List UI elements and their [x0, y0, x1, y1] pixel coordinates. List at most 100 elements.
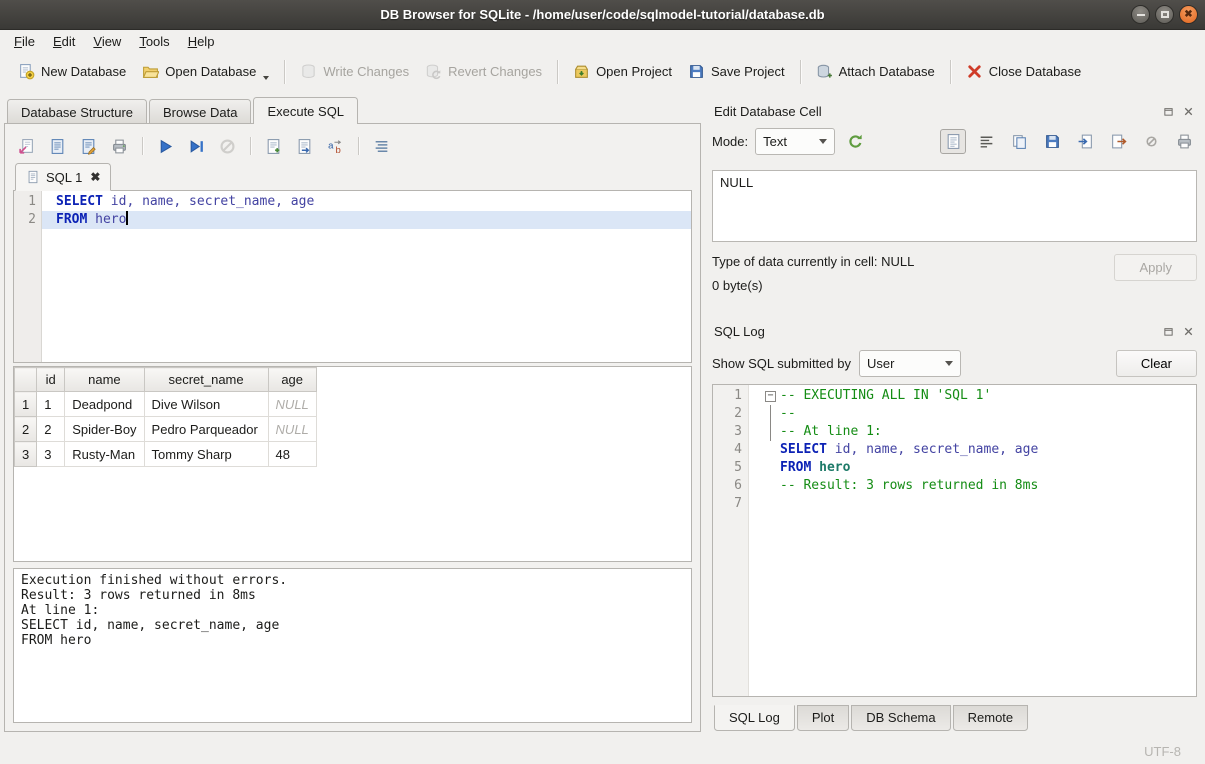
- table-cell[interactable]: Deadpond: [65, 392, 144, 417]
- column-header-secret-name[interactable]: secret_name: [144, 368, 268, 392]
- stop-button[interactable]: [214, 133, 241, 159]
- minimize-button-icon[interactable]: [1131, 5, 1150, 24]
- table-cell[interactable]: 3: [37, 442, 65, 467]
- cell-info-row: Type of data currently in cell: NULL 0 b…: [712, 254, 1197, 306]
- execute-all-button[interactable]: [152, 133, 179, 159]
- word-wrap-button[interactable]: [973, 129, 999, 154]
- revert-changes-button[interactable]: Revert Changes: [417, 57, 550, 86]
- toolbar-separator: [142, 137, 143, 155]
- new-tab-button[interactable]: [260, 133, 287, 159]
- copy-button[interactable]: [1006, 129, 1032, 154]
- save-small-icon: [1044, 133, 1061, 150]
- sql-log-header: SQL Log: [712, 320, 1197, 342]
- close-panel-icon[interactable]: [1182, 105, 1195, 118]
- table-cell[interactable]: NULL: [268, 417, 316, 442]
- sql-tab[interactable]: SQL 1 ✖: [15, 163, 111, 191]
- code-token: SELECT: [780, 442, 827, 457]
- code-line: SELECT id, name, secret_name, age: [42, 193, 691, 211]
- close-tab-icon[interactable]: ✖: [90, 170, 100, 184]
- row-header[interactable]: 3: [15, 442, 37, 467]
- print-cell-button[interactable]: [1171, 129, 1197, 154]
- import-cell-button[interactable]: [1072, 129, 1098, 154]
- toolbar-label: Open Project: [596, 64, 672, 79]
- attach-database-button[interactable]: Attach Database: [808, 57, 943, 86]
- table-cell[interactable]: Pedro Parqueador: [144, 417, 268, 442]
- table-cell[interactable]: Spider-Boy: [65, 417, 144, 442]
- log-filter-select[interactable]: User: [859, 350, 961, 377]
- save-sql-file-button[interactable]: [44, 133, 71, 159]
- table-cell[interactable]: NULL: [268, 392, 316, 417]
- toolbar-label: Revert Changes: [448, 64, 542, 79]
- close-database-icon: [966, 63, 983, 80]
- menu-file[interactable]: File: [5, 31, 44, 52]
- code-token: FROM: [56, 212, 87, 227]
- tab-execute-sql[interactable]: Execute SQL: [253, 97, 358, 124]
- close-database-button[interactable]: Close Database: [958, 57, 1090, 86]
- row-header[interactable]: 1: [15, 392, 37, 417]
- maximize-button-icon[interactable]: [1155, 5, 1174, 24]
- export-cell-button[interactable]: [1105, 129, 1131, 154]
- toolbar-label: Close Database: [989, 64, 1082, 79]
- new-database-icon: [18, 63, 35, 80]
- table-cell[interactable]: 1: [37, 392, 65, 417]
- float-panel-icon[interactable]: [1162, 105, 1175, 118]
- dock-tab-plot[interactable]: Plot: [797, 705, 849, 731]
- editor-code[interactable]: SELECT id, name, secret_name, ageFROM he…: [42, 191, 691, 362]
- dropdown-arrow-icon[interactable]: [263, 76, 269, 80]
- menu-edit[interactable]: Edit: [44, 31, 84, 52]
- save-sql-as-button[interactable]: [75, 133, 102, 159]
- auto-format-button[interactable]: [842, 129, 868, 154]
- sql-file-icon: [26, 170, 40, 184]
- close-window-icon[interactable]: ✖: [1179, 5, 1198, 24]
- clear-button[interactable]: Clear: [1116, 350, 1197, 377]
- open-sql-file-button[interactable]: [13, 133, 40, 159]
- dock-tab-db-schema[interactable]: DB Schema: [851, 705, 950, 731]
- dock-tab-sql-log[interactable]: SQL Log: [714, 705, 795, 731]
- table-cell[interactable]: 2: [37, 417, 65, 442]
- format-sql-button[interactable]: [368, 133, 395, 159]
- message-line: At line 1:: [21, 603, 684, 618]
- find-replace-button[interactable]: ab: [322, 133, 349, 159]
- text-document-button[interactable]: [940, 129, 966, 154]
- execute-line-button[interactable]: [183, 133, 210, 159]
- new-database-button[interactable]: New Database: [10, 57, 134, 86]
- write-changes-button[interactable]: Write Changes: [292, 57, 417, 86]
- tab-database-structure[interactable]: Database Structure: [7, 99, 147, 124]
- open-database-button[interactable]: Open Database: [134, 57, 277, 86]
- save-sql-as-icon: [80, 138, 97, 155]
- table-row: 11DeadpondDive WilsonNULL: [15, 392, 317, 417]
- print-sql-button[interactable]: [106, 133, 133, 159]
- set-null-button[interactable]: [1138, 129, 1164, 154]
- table-cell[interactable]: Dive Wilson: [144, 392, 268, 417]
- save-sql-file-icon: [49, 138, 66, 155]
- cell-editor[interactable]: NULL: [712, 170, 1197, 242]
- mode-select[interactable]: Text: [755, 128, 835, 155]
- sql-editor[interactable]: 12 SELECT id, name, secret_name, ageFROM…: [13, 191, 692, 363]
- menu-view[interactable]: View: [84, 31, 130, 52]
- menu-tools[interactable]: Tools: [130, 31, 178, 52]
- dock-tab-remote[interactable]: Remote: [953, 705, 1029, 731]
- left-pane: Database StructureBrowse DataExecute SQL…: [4, 97, 701, 732]
- open-tab-button[interactable]: [291, 133, 318, 159]
- sql-log-view[interactable]: 1234567 -- EXECUTING ALL IN 'SQL 1'---- …: [712, 384, 1197, 697]
- column-header-name[interactable]: name: [65, 368, 144, 392]
- title-bar[interactable]: DB Browser for SQLite - /home/user/code/…: [0, 0, 1205, 30]
- open-project-button[interactable]: Open Project: [565, 57, 680, 86]
- tab-browse-data[interactable]: Browse Data: [149, 99, 251, 124]
- table-cell[interactable]: Tommy Sharp: [144, 442, 268, 467]
- float-panel-icon[interactable]: [1162, 325, 1175, 338]
- table-cell[interactable]: 48: [268, 442, 316, 467]
- fold-marker[interactable]: [763, 387, 780, 405]
- cell-size-info: 0 byte(s): [712, 278, 1114, 293]
- menu-help[interactable]: Help: [179, 31, 224, 52]
- column-header-id[interactable]: id: [37, 368, 65, 392]
- column-header-age[interactable]: age: [268, 368, 316, 392]
- close-panel-icon[interactable]: [1182, 325, 1195, 338]
- table-cell[interactable]: Rusty-Man: [65, 442, 144, 467]
- mode-value: Text: [763, 134, 787, 149]
- save-small-button[interactable]: [1039, 129, 1065, 154]
- row-header[interactable]: 2: [15, 417, 37, 442]
- save-project-button[interactable]: Save Project: [680, 57, 793, 86]
- apply-button[interactable]: Apply: [1114, 254, 1197, 281]
- execute-all-icon: [157, 138, 174, 155]
